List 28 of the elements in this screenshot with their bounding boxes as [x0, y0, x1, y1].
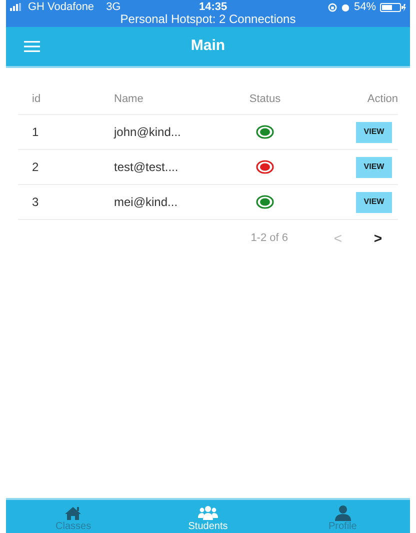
lock-rotation-icon	[328, 2, 337, 12]
table-cell-text: 1	[31, 124, 40, 141]
page-range: 1-2 of 6	[250, 230, 288, 246]
column-header: Status	[249, 92, 281, 108]
view-button[interactable]: VIEW	[356, 192, 392, 212]
network-text: 3G	[106, 2, 121, 12]
next-page-button[interactable]: >	[368, 228, 388, 248]
clock-text: 14:35	[199, 2, 228, 12]
column-header: id	[31, 92, 41, 108]
signal-icon	[10, 3, 24, 11]
table-cell-text: mei@kind...	[114, 194, 179, 211]
table-cell-text: test@test....	[114, 159, 180, 176]
house-icon	[63, 505, 84, 521]
table-cell-text: 3	[31, 194, 40, 211]
column-header: Name	[114, 92, 144, 108]
column-header: Action	[367, 92, 398, 108]
table-cell-text: john@kind...	[114, 124, 182, 141]
view-button[interactable]: VIEW	[356, 156, 392, 178]
table-cell-text: 2	[31, 159, 40, 176]
battery-icon	[380, 2, 406, 12]
person-icon	[332, 505, 353, 521]
menu-icon[interactable]	[24, 41, 40, 52]
hotspot-text: Personal Hotspot: 2 Connections	[119, 13, 297, 26]
view-button[interactable]: VIEW	[356, 122, 392, 142]
carrier-text: GH Vodafone	[28, 2, 94, 12]
battery-percent: 54%	[354, 2, 376, 12]
group-icon	[198, 505, 218, 521]
page-title: Main	[190, 36, 226, 56]
